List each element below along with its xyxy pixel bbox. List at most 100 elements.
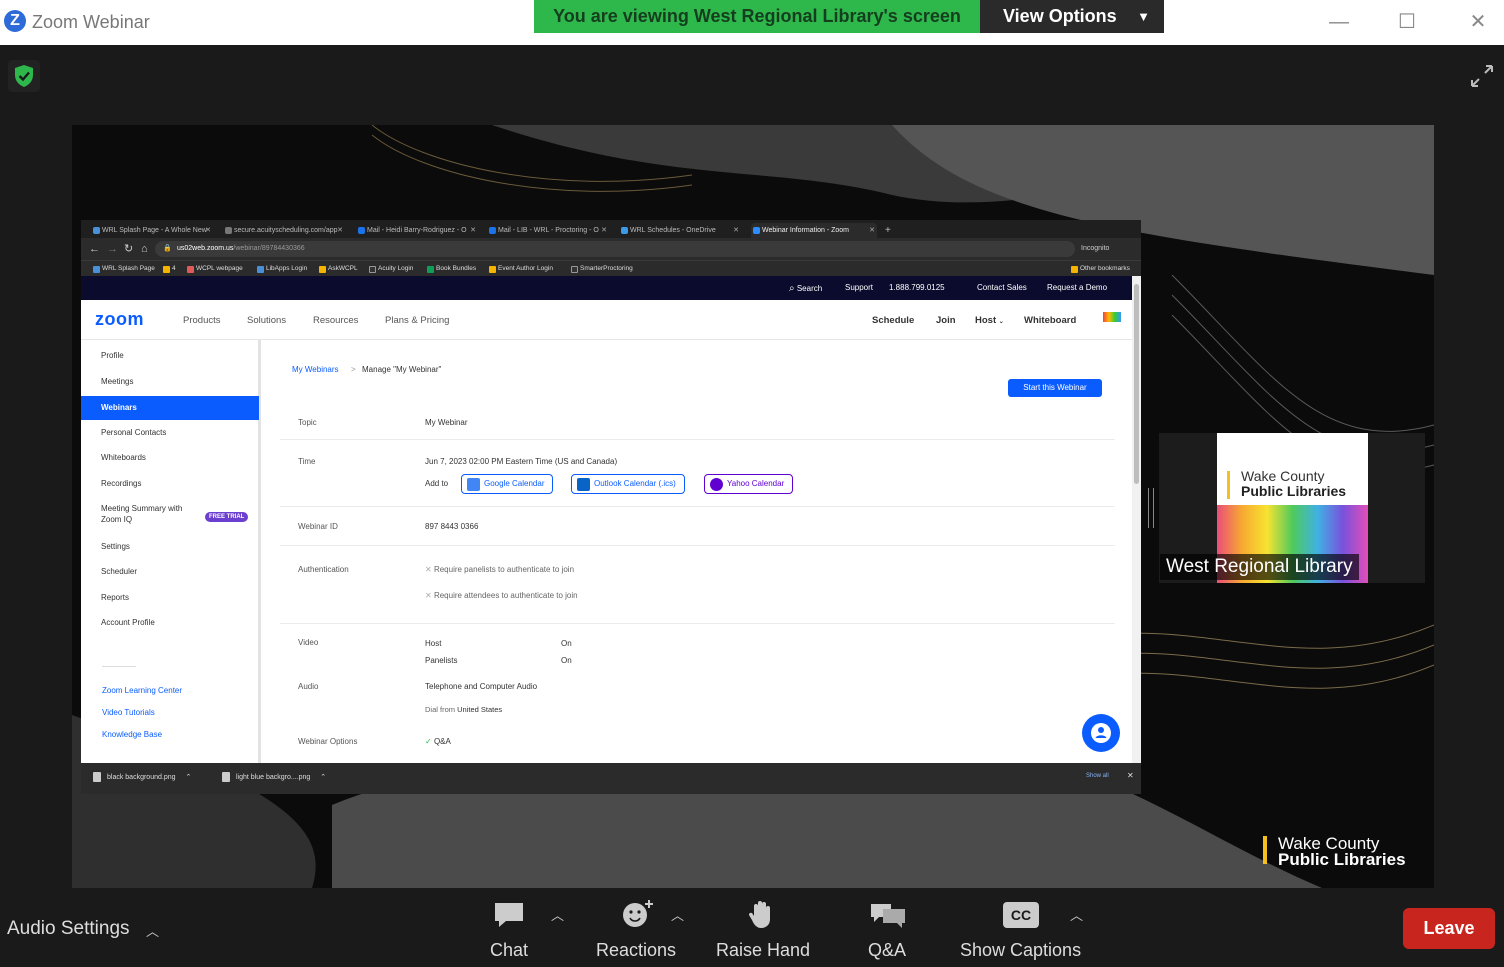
- show-captions-button[interactable]: Show Captions: [960, 940, 1081, 961]
- sidebar-item-settings[interactable]: Settings: [81, 535, 259, 559]
- sidebar-item-meeting-summary[interactable]: Meeting Summary with Zoom IQ: [81, 503, 201, 529]
- zoom-site-nav: zoom Products Solutions Resources Plans …: [81, 300, 1141, 340]
- view-options-button[interactable]: View Options ▼: [980, 0, 1164, 33]
- page-scrollbar[interactable]: [1132, 276, 1141, 763]
- bookmark-item[interactable]: WRL Splash Page: [93, 263, 155, 275]
- tab-close-icon[interactable]: ✕: [869, 223, 875, 238]
- sidebar-item-scheduler[interactable]: Scheduler: [81, 560, 259, 584]
- sidebar-item-meetings[interactable]: Meetings: [81, 370, 259, 394]
- browser-tab[interactable]: Mail - LIB - WRL - Proctoring - O ✕: [487, 223, 609, 238]
- tab-close-icon[interactable]: ✕: [601, 223, 607, 238]
- chevron-up-icon[interactable]: ︿: [671, 905, 684, 924]
- dial-from: Dial from United States: [425, 705, 503, 714]
- bookmark-item[interactable]: Book Bundles: [427, 263, 476, 275]
- chevron-up-icon[interactable]: ︿: [146, 921, 159, 940]
- bookmark-item[interactable]: WCPL webpage: [187, 263, 243, 275]
- reactions-icon[interactable]: [620, 898, 656, 930]
- bookmark-item[interactable]: SmarterProctoring: [571, 263, 633, 275]
- zoom-site-logo[interactable]: zoom: [95, 309, 144, 330]
- tab-close-icon[interactable]: ✕: [337, 223, 343, 238]
- topic-value: My Webinar: [425, 418, 468, 427]
- qa-button[interactable]: Q&A: [868, 940, 906, 961]
- breadcrumb-root[interactable]: My Webinars: [292, 365, 339, 374]
- close-downloads-icon[interactable]: ✕: [1127, 771, 1134, 780]
- fullscreen-icon[interactable]: [1468, 62, 1496, 90]
- learning-center-link[interactable]: Zoom Learning Center: [102, 686, 182, 695]
- other-bookmarks[interactable]: Other bookmarks: [1071, 263, 1130, 275]
- bookmark-item[interactable]: 4: [163, 263, 176, 275]
- nav-join[interactable]: Join: [936, 315, 956, 326]
- tab-close-icon[interactable]: ✕: [205, 223, 211, 238]
- home-icon[interactable]: ⌂: [141, 242, 148, 256]
- leave-button[interactable]: Leave: [1403, 908, 1495, 949]
- security-shield-icon[interactable]: [8, 60, 40, 92]
- knowledge-base-link[interactable]: Knowledge Base: [102, 730, 162, 739]
- sidebar-item-whiteboards[interactable]: Whiteboards: [81, 446, 259, 470]
- bookmark-item[interactable]: Acuity Login: [369, 263, 413, 275]
- browser-tab[interactable]: secure.acuityscheduling.com/app ✕: [223, 223, 345, 238]
- maximize-button[interactable]: ☐: [1390, 8, 1424, 36]
- sidebar-item-recordings[interactable]: Recordings: [81, 472, 259, 496]
- url-field[interactable]: 🔒 us02web.zoom.us/webinar/89784430366: [155, 241, 1075, 257]
- bookmark-item[interactable]: Event Author Login: [489, 263, 553, 275]
- raise-hand-icon[interactable]: [748, 898, 776, 930]
- chat-button[interactable]: Chat: [490, 940, 528, 961]
- nav-plans-pricing[interactable]: Plans & Pricing: [385, 315, 449, 326]
- nav-resources[interactable]: Resources: [313, 315, 358, 326]
- breadcrumb-separator: >: [351, 365, 356, 374]
- yahoo-calendar-button[interactable]: Yahoo Calendar: [704, 474, 794, 494]
- bookmark-item[interactable]: AskWCPL: [319, 263, 358, 275]
- split-resize-handle[interactable]: [1148, 488, 1154, 528]
- closed-captions-icon[interactable]: CC: [1003, 902, 1039, 928]
- reactions-button[interactable]: Reactions: [596, 940, 676, 961]
- incognito-label[interactable]: Incognito: [1081, 242, 1109, 256]
- reload-icon[interactable]: ↻: [124, 242, 133, 256]
- chevron-down-icon: ⌄: [998, 319, 1004, 325]
- support-link[interactable]: Support: [845, 283, 873, 292]
- back-icon[interactable]: ←: [89, 242, 100, 256]
- video-tutorials-link[interactable]: Video Tutorials: [102, 708, 155, 717]
- sidebar-item-account-profile[interactable]: Account Profile: [81, 611, 259, 635]
- chevron-up-icon[interactable]: ︿: [551, 905, 564, 924]
- site-search-link[interactable]: ⌕ Search: [789, 283, 822, 294]
- browser-tab[interactable]: WRL Splash Page - A Whole New ✕: [91, 223, 213, 238]
- google-calendar-button[interactable]: Google Calendar: [461, 474, 554, 494]
- start-webinar-button[interactable]: Start this Webinar: [1008, 379, 1102, 397]
- close-button[interactable]: ✕: [1461, 8, 1495, 36]
- browser-tab[interactable]: Mail - Heidi Barry-Rodriguez - O ✕: [356, 223, 478, 238]
- audio-settings-button[interactable]: Audio Settings: [7, 918, 130, 940]
- sidebar-item-personal-contacts[interactable]: Personal Contacts: [81, 421, 259, 445]
- sidebar-item-reports[interactable]: Reports: [81, 586, 259, 610]
- sidebar-item-webinars[interactable]: Webinars: [81, 396, 259, 420]
- avatar[interactable]: [1103, 312, 1121, 322]
- nav-host[interactable]: Host ⌄: [975, 315, 1004, 326]
- tab-close-icon[interactable]: ✕: [733, 223, 739, 238]
- nav-solutions[interactable]: Solutions: [247, 315, 286, 326]
- chat-icon[interactable]: [492, 900, 526, 930]
- help-chat-icon[interactable]: [1082, 714, 1120, 752]
- nav-schedule[interactable]: Schedule: [872, 315, 914, 326]
- outlook-calendar-button[interactable]: Outlook Calendar (.ics): [571, 474, 685, 494]
- download-item[interactable]: light blue backgro....png ⌃: [222, 772, 326, 782]
- raise-hand-button[interactable]: Raise Hand: [716, 940, 810, 961]
- request-demo-link[interactable]: Request a Demo: [1047, 283, 1107, 292]
- qa-icon[interactable]: [869, 900, 907, 930]
- chevron-up-icon[interactable]: ︿: [1070, 905, 1083, 924]
- nav-products[interactable]: Products: [183, 315, 221, 326]
- bookmark-item[interactable]: LibApps Login: [257, 263, 307, 275]
- phone-link[interactable]: 1.888.799.0125: [889, 283, 945, 292]
- show-all-downloads[interactable]: Show all: [1086, 773, 1109, 779]
- download-item[interactable]: black background.png ⌃: [93, 772, 191, 782]
- browser-tab[interactable]: WRL Schedules - OneDrive ✕: [619, 223, 741, 238]
- forward-icon[interactable]: →: [107, 242, 118, 256]
- browser-tab-active[interactable]: Webinar Information - Zoom ✕: [751, 223, 877, 238]
- contact-sales-link[interactable]: Contact Sales: [977, 283, 1027, 292]
- minimize-button[interactable]: —: [1322, 8, 1356, 36]
- sidebar-item-profile[interactable]: Profile: [81, 344, 259, 368]
- breadcrumb-current: Manage "My Webinar": [362, 365, 442, 374]
- tab-close-icon[interactable]: ✕: [470, 223, 476, 238]
- new-tab-button[interactable]: +: [885, 223, 899, 238]
- video-host-value: On: [561, 639, 572, 648]
- participant-video-panel[interactable]: Wake County Public Libraries West Region…: [1159, 433, 1425, 583]
- nav-whiteboard[interactable]: Whiteboard: [1024, 315, 1076, 326]
